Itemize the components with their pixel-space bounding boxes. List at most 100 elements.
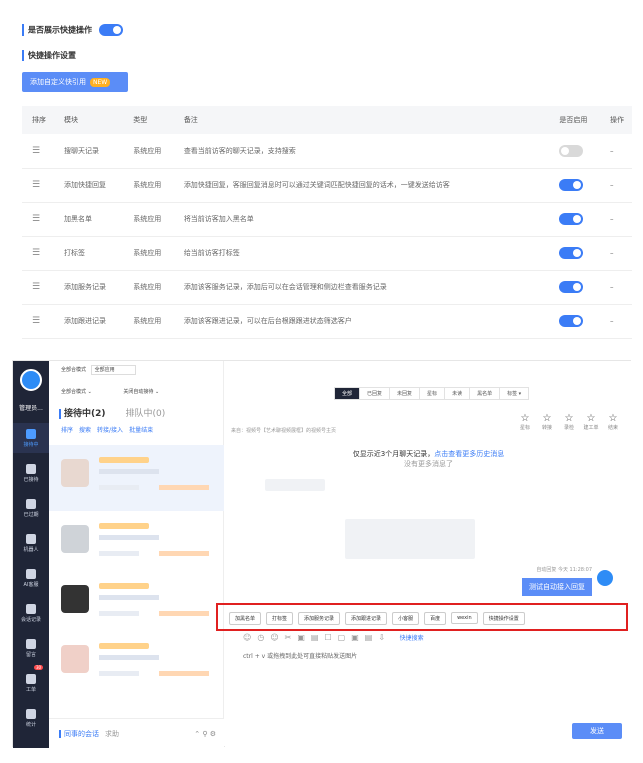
no-more-text: 没有更多消息了 bbox=[404, 460, 453, 468]
tool-button[interactable]: ☆ 转接 bbox=[536, 413, 558, 431]
conv-action[interactable]: 批量结束 bbox=[129, 427, 153, 434]
drag-cell: ☰ bbox=[22, 134, 54, 169]
enable-toggle[interactable] bbox=[559, 315, 584, 327]
list-item[interactable] bbox=[49, 571, 224, 637]
enable-toggle[interactable] bbox=[559, 179, 584, 191]
chat-toolbar: ☆ 星标 ☆ 转接 ☆ 录检 ☆ 建工单 ☆ 结束 bbox=[514, 413, 624, 431]
enabled-cell bbox=[549, 304, 600, 339]
enable-toggle[interactable] bbox=[559, 213, 584, 225]
nav-item[interactable]: 接待中 bbox=[13, 423, 49, 453]
nav-item[interactable]: 工单 30 bbox=[13, 665, 49, 698]
list-item[interactable] bbox=[49, 511, 224, 577]
editor-toolbar: ☺◷☺✂▣▤☐▢▣▤⇩ 快捷搜索 bbox=[243, 633, 424, 642]
paste-hint: ctrl + v 或拖拽到此处可直接粘贴发送图片 bbox=[243, 653, 358, 660]
table-row: ☰ 添加跟进记录 系统应用 添加该客跟进记录，可以在后台根跟跟进状态筛选客户 – bbox=[22, 304, 632, 339]
search-icon[interactable]: ⌃ ⚲ ⚙ bbox=[194, 719, 216, 749]
send-button[interactable]: 发送 bbox=[572, 723, 622, 739]
nav-badge: 30 bbox=[34, 665, 44, 670]
module-cell: 添加快捷回复 bbox=[53, 168, 124, 203]
drag-handle-icon[interactable]: ☰ bbox=[32, 214, 40, 224]
tool-button[interactable]: ☆ 建工单 bbox=[580, 413, 602, 431]
nav-item[interactable]: 机器人 bbox=[13, 528, 49, 558]
operation-cell: – bbox=[600, 270, 632, 305]
nav-item[interactable]: 已接待 bbox=[13, 458, 49, 488]
module-cell: 打标签 bbox=[53, 236, 124, 271]
quick-search-toggle[interactable]: 快捷搜索 bbox=[400, 635, 424, 642]
operation-cell: – bbox=[600, 168, 632, 203]
auto-reply-bubble: 测试自动接入回复 bbox=[522, 578, 592, 596]
drag-handle-icon[interactable]: ☰ bbox=[32, 248, 40, 258]
tab-help[interactable]: 求助 bbox=[105, 730, 119, 738]
history-text: 仅显示近3个月聊天记录， bbox=[352, 450, 435, 458]
filter-tab[interactable]: 标签 ▾ bbox=[499, 387, 530, 400]
conv-action[interactable]: 转接/接入 bbox=[97, 427, 123, 434]
new-badge: NEW bbox=[90, 78, 111, 87]
filter-tab[interactable]: 未读 bbox=[444, 387, 471, 400]
tool-button[interactable]: ☆ 星标 bbox=[514, 413, 536, 431]
nav-item[interactable]: AI客服 bbox=[13, 563, 49, 593]
tool-button[interactable]: ☆ 录检 bbox=[558, 413, 580, 431]
column-header: 是否启用 bbox=[549, 106, 600, 134]
section-title: 快捷操作设置 bbox=[22, 50, 76, 61]
nav-label: 机器人 bbox=[23, 547, 39, 553]
mode-select[interactable]: 全部应用 bbox=[90, 365, 136, 375]
filter-tab[interactable]: 全部 bbox=[334, 387, 361, 400]
history-link[interactable]: 点击查看更多历史消息 bbox=[434, 450, 504, 458]
module-cell: 加黑名单 bbox=[53, 202, 124, 237]
conv-action[interactable]: 搜索 bbox=[79, 427, 91, 434]
column-header: 模块 bbox=[53, 106, 124, 134]
drag-cell: ☰ bbox=[22, 270, 54, 305]
drag-handle-icon[interactable]: ☰ bbox=[32, 146, 40, 156]
show-quick-toggle[interactable] bbox=[98, 24, 123, 36]
tool-label: 录检 bbox=[563, 425, 574, 431]
column-header: 备注 bbox=[173, 106, 550, 134]
chat-source: 来自：视频号【艺术聊视频展框】的视频号主页 bbox=[231, 428, 337, 434]
nav-item[interactable]: 留言 bbox=[13, 633, 49, 663]
enable-toggle[interactable] bbox=[559, 247, 584, 259]
module-cell: 搜聊天记录 bbox=[53, 134, 124, 169]
filter-tab[interactable]: 星标 bbox=[419, 387, 446, 400]
tab-queue[interactable]: 排队中(0) bbox=[126, 409, 166, 419]
nav-item[interactable]: 会话记录 bbox=[13, 598, 49, 628]
nav-label: 工单 bbox=[25, 687, 36, 693]
conv-action[interactable]: 排序 bbox=[61, 427, 73, 434]
enable-toggle[interactable] bbox=[559, 281, 584, 293]
operation-cell: – bbox=[600, 236, 632, 271]
note-cell: 添加快捷回复，客服回复消息时可以通过关键词匹配快捷回复的话术，一键发送给访客 bbox=[173, 168, 550, 203]
auto-reception-select[interactable]: 关闭自动接待 bbox=[123, 389, 153, 395]
type-cell: 系统应用 bbox=[123, 304, 174, 339]
column-header: 排序 bbox=[22, 106, 54, 134]
table-row: ☰ 打标签 系统应用 给当前访客打标签 – bbox=[22, 236, 632, 271]
enabled-cell bbox=[549, 168, 600, 203]
nav-item[interactable]: 已过期 bbox=[13, 493, 49, 523]
type-cell: 系统应用 bbox=[123, 202, 174, 237]
floating-assistant-icon[interactable] bbox=[595, 568, 615, 588]
list-item[interactable] bbox=[49, 631, 224, 697]
drag-handle-icon[interactable]: ☰ bbox=[32, 180, 40, 190]
enabled-cell bbox=[549, 270, 600, 305]
filter-tab[interactable]: 黑名单 bbox=[469, 387, 501, 400]
nav-item[interactable]: 统计 bbox=[13, 703, 49, 733]
tool-icon: ☆ bbox=[586, 413, 596, 424]
tab-receiving[interactable]: 接待中(2) bbox=[59, 409, 106, 419]
add-custom-quick-button[interactable]: 添加自定义快引用 NEW bbox=[22, 72, 128, 92]
nav-icon bbox=[26, 569, 36, 579]
show-quick-label: 是否展示快捷操作 bbox=[28, 25, 92, 35]
filter-tab[interactable]: 未回复 bbox=[389, 387, 421, 400]
nav-label: 已过期 bbox=[23, 512, 39, 518]
nav-icon bbox=[26, 674, 36, 684]
filter-tab[interactable]: 已回复 bbox=[359, 387, 391, 400]
message-bubble bbox=[265, 479, 325, 491]
app-logo-icon bbox=[20, 369, 42, 391]
tab-colleague-sessions[interactable]: 同事的会话 bbox=[59, 730, 99, 738]
enable-toggle[interactable] bbox=[559, 144, 584, 157]
tool-button[interactable]: ☆ 结束 bbox=[602, 413, 624, 431]
drag-handle-icon[interactable]: ☰ bbox=[32, 282, 40, 292]
drag-handle-icon[interactable]: ☰ bbox=[32, 316, 40, 326]
sort-select[interactable]: 全部合模式 bbox=[61, 389, 86, 395]
add-button-label: 添加自定义快引用 bbox=[30, 78, 86, 86]
table-row: ☰ 添加快捷回复 系统应用 添加快捷回复，客服回复消息时可以通过关键词匹配快捷回复的话… bbox=[22, 168, 632, 203]
enabled-cell bbox=[549, 236, 600, 271]
note-cell: 添加该客跟进记录，可以在后台根跟跟进状态筛选客户 bbox=[173, 304, 550, 339]
list-item[interactable] bbox=[49, 445, 224, 511]
